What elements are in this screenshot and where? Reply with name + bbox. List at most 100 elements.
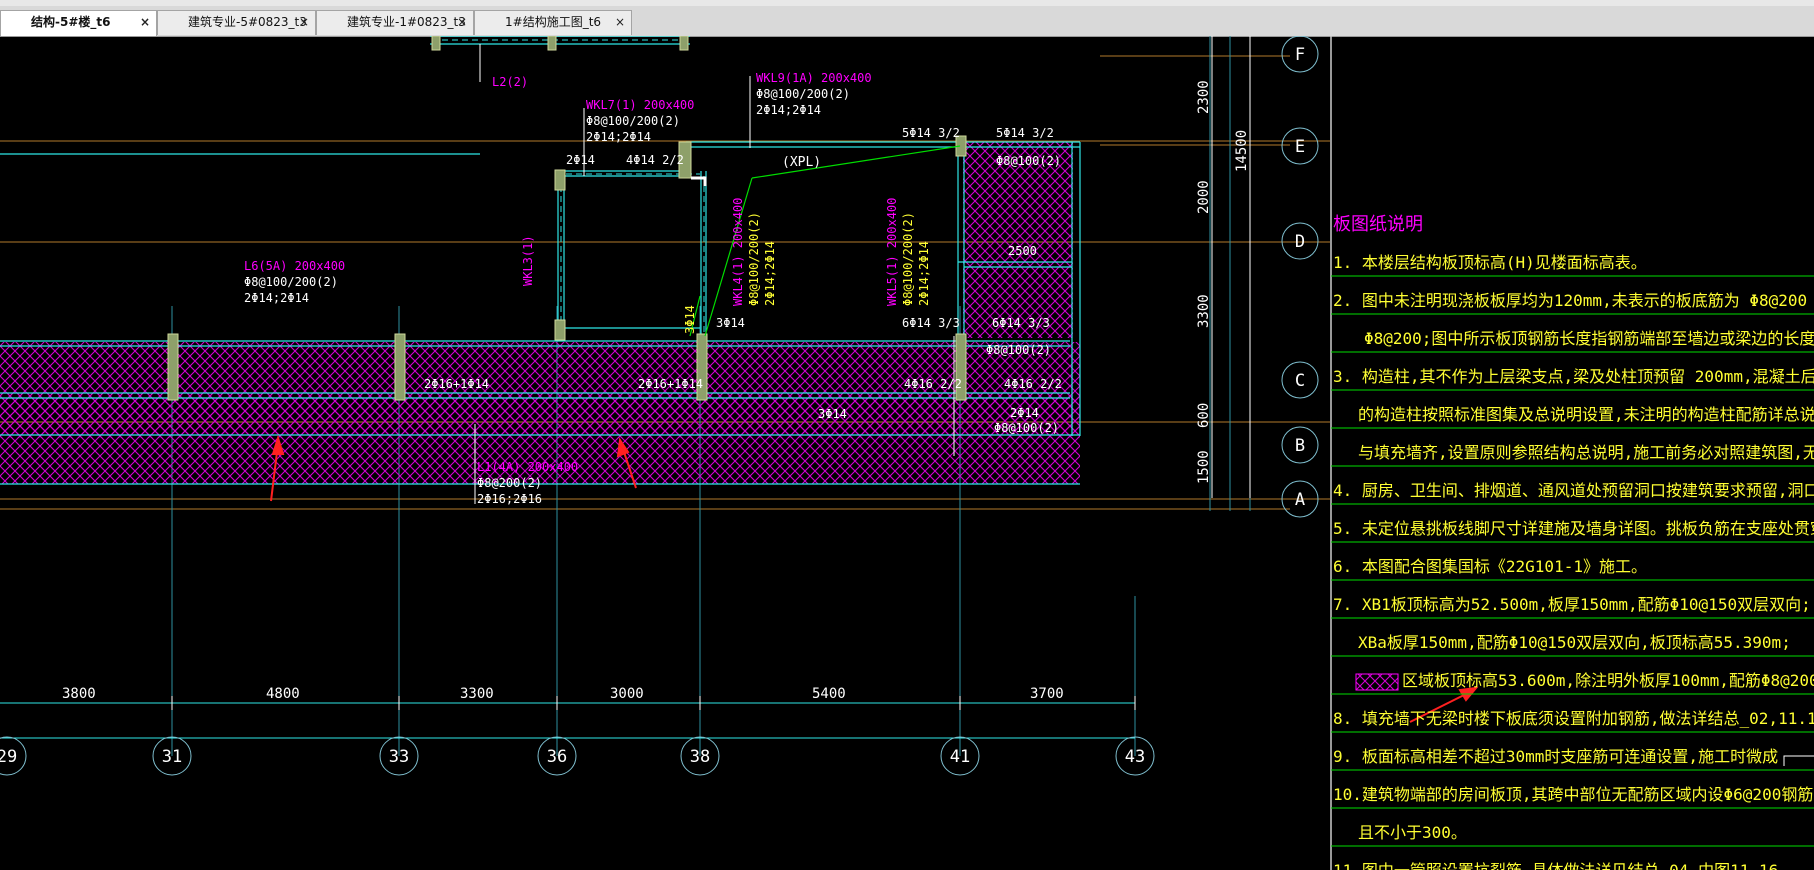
axis-label: F [1295,45,1305,65]
rebar-label: 3Φ14 [818,407,847,421]
beam-L1-stirrup: Φ8@200(2) [477,476,542,490]
note-line: 3. 构造柱,其不作为上层梁支点,梁及处柱顶预留 200mm,混凝土后浇。未示意 [1333,367,1814,386]
note-line: 2. 图中未注明现浇板板厚均为120mm,未表示的板底筋为 Φ8@200 通长,… [1333,291,1814,310]
note-line: 9. 板面标高相差不超过30mm时支座筋可连通设置,施工时微成 [1333,747,1778,766]
beam-WKL7-rebar: 2Φ14;2Φ14 [586,130,651,144]
axis-bubbles-y: F E D C B A [1281,36,1319,518]
beam-L1-title: L1(4A) 200x400 [477,460,578,474]
axis-label: 41 [950,747,970,767]
rebar-label: 4Φ16 2/2 [1004,377,1062,391]
dimension-label: 2300 [1196,80,1212,114]
dimension-label: 600 [1196,403,1212,428]
tab-label: 建筑专业-5#0823_t3 [188,15,307,29]
axis-label: 43 [1125,747,1145,767]
hatched-slabs [0,142,1080,484]
rebar-label: 5Φ14 3/2 [902,126,960,140]
axis-label: C [1295,371,1305,391]
tab-architecture-5[interactable]: 建筑专业-5#0823_t3 × [157,10,316,35]
tab-label: 1#结构施工图_t6 [505,15,602,29]
notes-title: 板图纸说明 [1333,214,1423,235]
close-icon[interactable]: × [140,11,150,34]
beam-WKL9-title: WKL9(1A) 200x400 [756,71,872,85]
beam-WKL9-rebar: 2Φ14;2Φ14 [756,103,821,117]
axis-label: 29 [0,747,17,767]
close-icon[interactable]: × [299,11,309,34]
axis-label: 36 [547,747,567,767]
rebar-label: 6Φ14 3/3 [902,316,960,330]
note-line: 且不小于300。 [1358,823,1467,842]
note-line: 与填充墙齐,设置原则参照结构总说明,施工前务必对照建筑图,无误后方可施工。 [1358,443,1814,462]
rebar-label: 5Φ14 3/2 [996,126,1054,140]
beam-L6-rebar: 2Φ14;2Φ14 [244,291,309,305]
rebar-label: 4Φ16 2/2 [904,377,962,391]
dimension-label: 3300 [1196,294,1212,328]
tab-label: 建筑专业-1#0823_t3 [347,15,466,29]
rebar-label: 4Φ14 2/2 [626,153,684,167]
axis-label: A [1295,490,1305,510]
dimension-total: 14500 [1234,130,1250,172]
dimension-label: 3000 [610,686,644,702]
rebar-label: 3Φ14 [716,316,745,330]
dimension-label: 3800 [62,686,96,702]
rebar-label: 2Φ16+1Φ14 [424,377,489,391]
beam-L6-stirrup: Φ8@100/200(2) [244,275,338,289]
axis-label: D [1295,232,1305,252]
beam-WKL7-stirrup: Φ8@100/200(2) [586,114,680,128]
beam-WKL9-stirrup: Φ8@100/200(2) [756,87,850,101]
axis-label: B [1295,436,1305,456]
tab-architecture-1[interactable]: 建筑专业-1#0823_t3 × [316,10,474,35]
rebar-label: Φ8@100(2) [996,154,1061,168]
beam-L6-title: L6(5A) 200x400 [244,259,345,273]
vertical-dimensions: 2300 2000 3300 600 1500 14500 [1196,36,1251,498]
rebar-label: Φ8@100(2) [986,343,1051,357]
dimension-label: 4800 [266,686,300,702]
hatch-legend-swatch [1355,673,1399,691]
dimension-label: 2000 [1196,180,1212,214]
dashed-beams [432,39,705,336]
note-line: 7. XB1板顶标高为52.500m,板厚150mm,配筋Φ10@150双层双向… [1333,595,1811,614]
note-line: 6. 本图配合图集国标《22G101-1》施工。 [1333,557,1647,576]
beam-WKL3-label: WKL3(1) [521,235,535,286]
axis-label: E [1295,137,1305,157]
axis-label: 38 [690,747,710,767]
note-line: 4. 厨房、卫生间、排烟道、通风道处预留洞口按建筑要求预留,洞口附加钢筋做法详见… [1333,481,1814,500]
dimension-label: 3700 [1030,686,1064,702]
note-line: 10.建筑物端部的房间板顶,其跨中部位无配筋区域内设Φ6@200钢筋(双向)与板… [1333,785,1814,804]
tab-structure-drawing-1[interactable]: 1#结构施工图_t6 × [474,10,632,35]
axis-label: 33 [389,747,409,767]
dimension-label: 1500 [1196,450,1212,484]
close-icon[interactable]: × [615,11,625,34]
note-line: 5. 未定位悬挑板线脚尺寸详建施及墙身详图。挑板负筋在支座处贯穿不断,不应在支座… [1333,519,1814,538]
rebar-label: 2Φ14 [1010,406,1039,420]
note-line: 1. 本楼层结构板顶标高(H)见楼面标高表。 [1333,253,1647,272]
rebar-label: 6Φ14 3/3 [992,316,1050,330]
beam-L2-label: L2(2) [492,75,528,89]
tab-structure-5[interactable]: 结构-5#楼_t6 × [0,10,157,36]
beam-WKL4-title: WKL4(1) 200x400 [731,198,745,306]
dimension-label: 3300 [460,686,494,702]
axis-bubbles-x: 29 31 33 36 38 41 43 [0,736,1155,776]
axis-label: 31 [162,747,182,767]
note-line: 区域板顶标高53.600m,除注明外板厚100mm,配筋Φ8@200双层双向, [1402,671,1814,690]
beam-WKL5-rebar: 2Φ14;2Φ14 [917,241,931,306]
dimension-label: 2500 [1008,244,1037,258]
beam-WKL4-rebar: 2Φ14;2Φ14 [763,241,777,306]
bottom-dimension-line: 3800 4800 3300 3000 5400 3700 [0,686,1136,739]
rebar-label: Φ8@100(2) [994,421,1059,435]
note-line: 8. 填充墙下无梁时楼下板底须设置附加钢筋,做法详结总_02,11.16条。 [1333,709,1814,728]
notes-panel: 板图纸说明 1. 本楼层结构板顶标高(H)见楼面标高表。 2. 图中未注明现浇板… [1330,36,1814,870]
beam-WKL5-stirrup: Φ8@100/200(2) [901,212,915,306]
note-line: Φ8@200;图中所示板顶钢筋长度指钢筋端部至墙边或梁边的长度,详结构设计总说明 [1364,329,1814,348]
beam-L1-rebar: 2Φ16;2Φ16 [477,492,542,506]
close-icon[interactable]: × [457,11,467,34]
beam-WKL7-title: WKL7(1) 200x400 [586,98,694,112]
rebar-label: 3Φ14 [683,305,697,334]
rebar-label: 2Φ16+1Φ14 [638,377,703,391]
beam-WKL5-title: WKL5(1) 200x400 [885,198,899,306]
note-line: 的构造柱按照标准图集及总说明设置,未注明的构造柱配筋详总说明,未定位的构造柱均居 [1358,405,1814,424]
rebar-label: 2Φ14 [566,153,595,167]
drawing-canvas[interactable]: L2(2) WKL7(1) 200x400 Φ8@100/200(2) 2Φ14… [0,36,1814,870]
tab-label: 结构-5#楼_t6 [31,15,111,29]
cad-drawing[interactable]: L2(2) WKL7(1) 200x400 Φ8@100/200(2) 2Φ14… [0,36,1814,870]
note-line: 11.图中一管照设置抗裂筋,具体做法详见结总_04,中图11.16 [1333,861,1778,870]
